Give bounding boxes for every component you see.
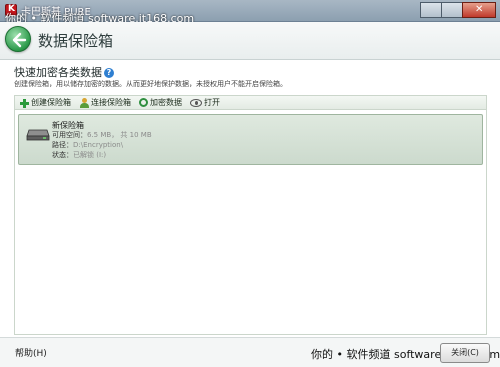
status-label: 状态： xyxy=(52,151,73,159)
encrypt-icon xyxy=(139,98,148,107)
page-header: 数据保险箱 xyxy=(0,22,500,60)
arrow-left-icon xyxy=(12,32,27,48)
vault-path: 路径：D:\Encryption\ xyxy=(52,140,123,150)
footer: 帮助(H) 你的 • 软件频道 software.it168.com 关闭(C) xyxy=(0,337,500,367)
plus-icon xyxy=(19,98,29,108)
maximize-button[interactable] xyxy=(441,2,463,18)
title-bar[interactable]: 卡巴斯基 PURE 你的 • 软件频道 software.it168.com xyxy=(0,0,500,25)
space-value: 6.5 MB， 共 10 MB xyxy=(87,131,152,139)
section-title: 快速加密各类数据? xyxy=(14,64,114,80)
vault-toolbar: 创建保险箱 连接保险箱 加密数据 打开 xyxy=(14,95,487,110)
vault-status: 状态：已解锁 (I:) xyxy=(52,150,106,160)
eye-icon xyxy=(190,98,202,107)
help-link[interactable]: 帮助(H) xyxy=(15,346,47,359)
close-window-button[interactable] xyxy=(462,2,496,18)
create-vault-label: 创建保险箱 xyxy=(31,98,71,107)
close-button[interactable]: 关闭(C) xyxy=(440,343,490,363)
connect-vault-button[interactable]: 连接保险箱 xyxy=(79,97,131,108)
vault-list[interactable]: 新保险箱 可用空间：6.5 MB， 共 10 MB 路径：D:\Encrypti… xyxy=(14,110,487,335)
vault-space: 可用空间：6.5 MB， 共 10 MB xyxy=(52,130,152,140)
page-title: 数据保险箱 xyxy=(38,32,114,50)
section-title-text: 快速加密各类数据 xyxy=(14,66,102,79)
space-label: 可用空间： xyxy=(52,131,87,139)
list-item[interactable]: 新保险箱 可用空间：6.5 MB， 共 10 MB 路径：D:\Encrypti… xyxy=(18,114,483,165)
section-description: 创建保险箱，用以储存加密的数据。从而更好地保护数据，未授权用户不能开启保险箱。 xyxy=(14,80,287,88)
encrypt-data-button[interactable]: 加密数据 xyxy=(139,97,182,108)
path-value: D:\Encryption\ xyxy=(73,141,124,149)
status-value: 已解锁 (I:) xyxy=(73,151,107,159)
open-button[interactable]: 打开 xyxy=(190,97,220,108)
connect-vault-label: 连接保险箱 xyxy=(91,98,131,107)
back-button[interactable] xyxy=(5,26,31,52)
create-vault-button[interactable]: 创建保险箱 xyxy=(19,97,71,108)
path-label: 路径： xyxy=(52,141,73,149)
encrypt-data-label: 加密数据 xyxy=(150,98,182,107)
window-controls xyxy=(420,2,496,18)
info-icon[interactable]: ? xyxy=(104,68,114,78)
person-icon xyxy=(79,97,89,108)
minimize-button[interactable] xyxy=(420,2,442,18)
drive-icon xyxy=(26,129,50,141)
open-label: 打开 xyxy=(204,98,220,107)
